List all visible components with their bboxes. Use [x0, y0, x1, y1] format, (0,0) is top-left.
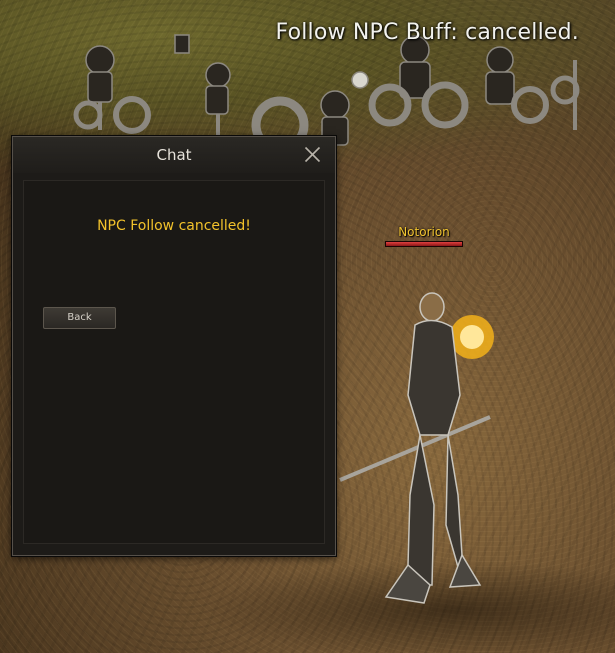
golem-npc: [368, 35, 469, 129]
golem-npc: [485, 46, 580, 130]
player-hp-bar-fill: [386, 242, 462, 246]
system-notice: Follow NPC Buff: cancelled.: [275, 20, 579, 45]
chat-body: NPC Follow cancelled! Back: [23, 180, 325, 544]
chat-titlebar[interactable]: Chat: [13, 137, 335, 173]
player-character[interactable]: [330, 285, 510, 625]
back-button[interactable]: Back: [43, 307, 116, 329]
player-nameplate: Notorion: [384, 225, 464, 247]
golem-npc: [73, 45, 151, 134]
chat-title: Chat: [156, 146, 192, 164]
player-hp-bar: [385, 241, 463, 247]
player-name: Notorion: [398, 225, 450, 239]
chat-window[interactable]: Chat NPC Follow cancelled! Back: [12, 136, 336, 556]
glowing-orb-core: [460, 325, 484, 349]
game-scene[interactable]: Notorion Follow NPC Buff: cancelled. Cha…: [0, 0, 615, 653]
close-icon[interactable]: [304, 146, 321, 163]
chat-message: NPC Follow cancelled!: [97, 218, 251, 234]
golem-npc: [174, 34, 231, 140]
